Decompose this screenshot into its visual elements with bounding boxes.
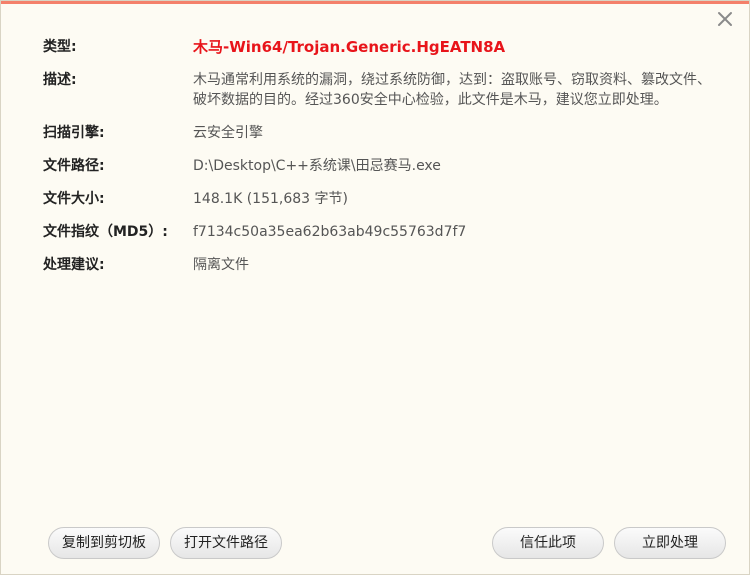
path-label: 文件路径: (43, 158, 105, 174)
trust-item-button[interactable]: 信任此项 (492, 527, 604, 559)
row-engine: 扫描引擎: 云安全引擎 (43, 123, 713, 143)
file-path-value: D:\Desktop\C++系统课\田忌赛马.exe (193, 158, 441, 174)
engine-value: 云安全引擎 (193, 125, 263, 141)
threat-detail-dialog: 类型: 木马-Win64/Trojan.Generic.HgEATN8A 描述:… (0, 0, 750, 575)
file-size-value: 148.1K (151,683 字节) (193, 191, 348, 207)
top-accent-bar (1, 1, 749, 4)
detail-table: 类型: 木马-Win64/Trojan.Generic.HgEATN8A 描述:… (43, 37, 713, 288)
engine-label: 扫描引擎: (43, 125, 105, 141)
row-advice: 处理建议: 隔离文件 (43, 255, 713, 275)
type-label: 类型: (43, 39, 77, 55)
copy-to-clipboard-button[interactable]: 复制到剪切板 (48, 527, 160, 559)
md5-value: f7134c50a35ea62b63ab49c55763d7f7 (193, 224, 467, 240)
description-text: 木马通常利用系统的漏洞，绕过系统防御，达到：盗取账号、窃取资料、篡改文件、破坏数… (193, 72, 711, 108)
advice-value: 隔离文件 (193, 257, 249, 273)
row-path: 文件路径: D:\Desktop\C++系统课\田忌赛马.exe (43, 156, 713, 176)
close-icon[interactable] (715, 9, 735, 29)
threat-name: 木马-Win64/Trojan.Generic.HgEATN8A (193, 38, 506, 56)
row-description: 描述: 木马通常利用系统的漏洞，绕过系统防御，达到：盗取账号、窃取资料、篡改文件… (43, 70, 713, 110)
row-md5: 文件指纹（MD5）: f7134c50a35ea62b63ab49c55763d… (43, 222, 713, 242)
open-file-path-button[interactable]: 打开文件路径 (170, 527, 282, 559)
description-label: 描述: (43, 72, 77, 88)
row-size: 文件大小: 148.1K (151,683 字节) (43, 189, 713, 209)
advice-label: 处理建议: (43, 257, 105, 273)
handle-now-button[interactable]: 立即处理 (614, 527, 726, 559)
row-type: 类型: 木马-Win64/Trojan.Generic.HgEATN8A (43, 37, 713, 57)
md5-label: 文件指纹（MD5）: (43, 224, 168, 240)
size-label: 文件大小: (43, 191, 105, 207)
